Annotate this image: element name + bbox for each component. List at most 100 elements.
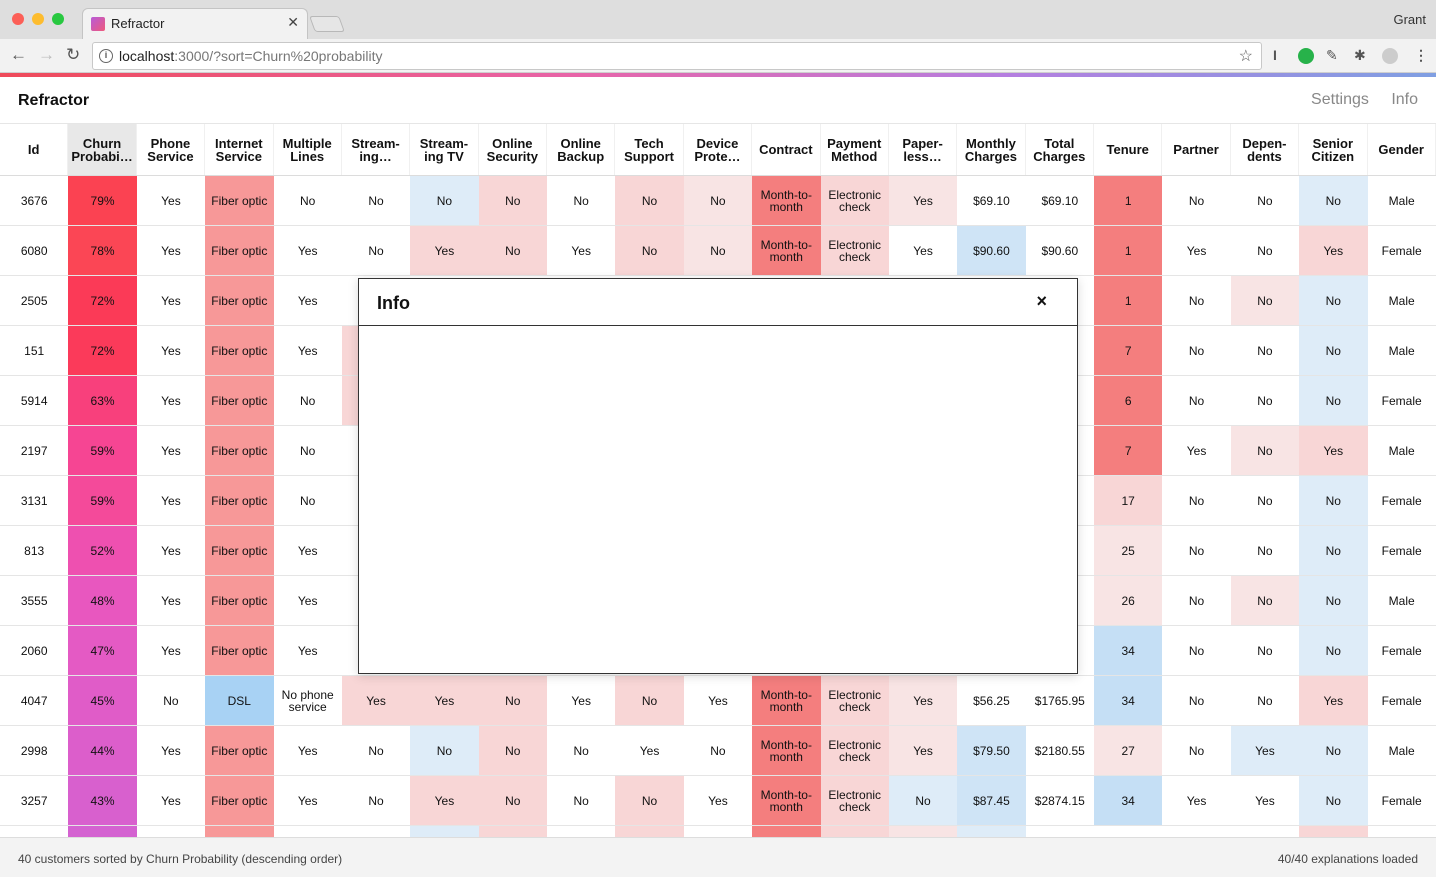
profile-name[interactable]: Grant [1393,12,1426,27]
table-cell: No [1299,726,1368,775]
table-cell [410,826,479,837]
column-header[interactable]: Phone Service [137,124,206,175]
table-cell: Yes [1230,726,1300,775]
table-cell: 3555 [20,593,48,608]
column-header[interactable]: Internet Service [205,124,274,175]
favicon-icon [91,17,105,31]
column-header[interactable]: Stream-ing TV [410,124,479,175]
browser-toolbar: ← → ↻ i localhost:3000/?sort=Churn%20pro… [0,39,1436,73]
table-cell: 45% [68,676,137,725]
info-link[interactable]: Info [1391,91,1418,108]
forward-icon[interactable]: → [38,45,55,65]
column-header[interactable]: Senior Citizen [1299,124,1368,175]
table-cell: $2180.55 [1034,743,1085,758]
back-icon[interactable]: ← [10,45,27,65]
menu-kebab-icon[interactable]: ⋮ [1414,47,1428,64]
extension-pin-icon[interactable]: ✎ [1326,47,1338,64]
table-cell: Yes [410,776,479,825]
table-cell: 72% [68,326,137,375]
table-cell: 34 [1094,676,1163,725]
column-header[interactable]: Partner [1162,124,1231,175]
new-tab-button[interactable] [309,16,345,32]
table-cell: No [300,493,316,508]
table-cell: Fiber optic [205,276,274,325]
extension-gray-icon[interactable] [1382,48,1398,64]
table-cell: 2060 [20,643,48,658]
column-header[interactable]: Paper-less… [889,124,958,175]
maximize-window-icon[interactable] [52,13,64,25]
table-cell: Yes [1186,243,1207,258]
table-cell: Yes [1299,226,1368,275]
table-cell: No [683,176,753,225]
table-cell: No [615,676,684,725]
table-cell: 26 [1094,576,1163,625]
table-row[interactable]: 4047 45% No DSL No phone service Yes Yes No Yes N… [0,676,1436,726]
table-cell: Electronic check [820,226,889,275]
column-header[interactable]: Tech Support [615,124,684,175]
table-cell: 6 [1094,376,1163,425]
extension-bug-icon[interactable]: ✱ [1354,47,1366,64]
table-cell: No [1257,243,1273,258]
column-header[interactable]: Monthly Charges [957,124,1026,175]
table-cell: Fiber optic [205,776,274,825]
address-bar[interactable]: i localhost:3000/?sort=Churn%20probabili… [92,42,1262,70]
settings-link[interactable]: Settings [1311,91,1369,108]
table-cell: Yes [571,243,591,258]
table-row[interactable]: 3257 43% Yes Fiber optic Yes No Yes No No No Yes Mo… [0,776,1436,826]
extension-green-icon[interactable] [1298,48,1314,64]
table-cell: Yes [297,793,318,808]
column-header[interactable]: Stream-ing… [342,124,411,175]
table-cell: No [1188,693,1205,708]
header-nav: Settings Info [1293,91,1418,109]
table-cell: No [1299,276,1368,325]
table-cell: Yes [297,543,318,558]
column-header[interactable]: Id [0,124,69,175]
table-cell: Electronic check [820,676,889,725]
table-cell: Female [1381,643,1422,658]
column-header[interactable]: Online Backup [547,124,616,175]
table-cell: Male [1388,743,1415,758]
table-cell: No [1188,743,1205,758]
table-cell: No [478,176,547,225]
column-header[interactable]: Total Charges [1026,124,1094,175]
table-cell: 27 [1094,726,1163,775]
table-cell: No [1230,426,1300,475]
table-row[interactable] [0,826,1436,837]
browser-tab[interactable]: Refractor ✕ [82,8,308,39]
table-cell: No [478,776,547,825]
table-cell: No [1299,476,1368,525]
column-header[interactable]: Tenure [1094,124,1163,175]
extension-i-icon[interactable]: I [1273,47,1277,63]
table-cell: No [300,193,316,208]
table-row[interactable]: 3676 79% Yes Fiber optic No No No No No No No Month… [0,176,1436,226]
table-cell: 44% [68,726,137,775]
column-header[interactable]: Gender [1368,124,1436,175]
column-header[interactable]: Device Prote… [684,124,753,175]
table-cell: Yes [341,676,411,725]
site-info-icon[interactable]: i [99,49,113,63]
table-row[interactable]: 6080 78% Yes Fiber optic Yes No Yes No Yes No No Mo… [0,226,1436,276]
column-header[interactable]: Churn Probabi… [68,124,137,175]
table-cell: Yes [161,743,181,758]
column-header[interactable]: Multiple Lines [274,124,342,175]
table-cell: No [1257,543,1273,558]
table-cell: No [1257,343,1273,358]
bookmark-star-icon[interactable]: ☆ [1239,46,1253,66]
column-header[interactable]: Depen-dents [1231,124,1300,175]
modal-close-icon[interactable]: × [1036,291,1047,312]
column-header[interactable]: Contract [752,124,821,175]
table-row[interactable]: 2998 44% Yes Fiber optic Yes No No No No Yes No Mon… [0,726,1436,776]
close-window-icon[interactable] [12,13,24,25]
column-header[interactable]: Online Security [479,124,547,175]
table-cell: No [1188,393,1205,408]
table-cell: No [615,176,684,225]
table-cell: 4047 [20,693,48,708]
table-cell: Month-to-month [752,776,821,825]
column-header[interactable]: Payment Method [821,124,889,175]
table-cell: 1 [1094,276,1163,325]
table-cell: Fiber optic [205,326,274,375]
minimize-window-icon[interactable] [32,13,44,25]
reload-icon[interactable]: ↻ [66,45,80,65]
tab-close-icon[interactable]: ✕ [287,14,299,31]
table-cell: Fiber optic [205,576,274,625]
